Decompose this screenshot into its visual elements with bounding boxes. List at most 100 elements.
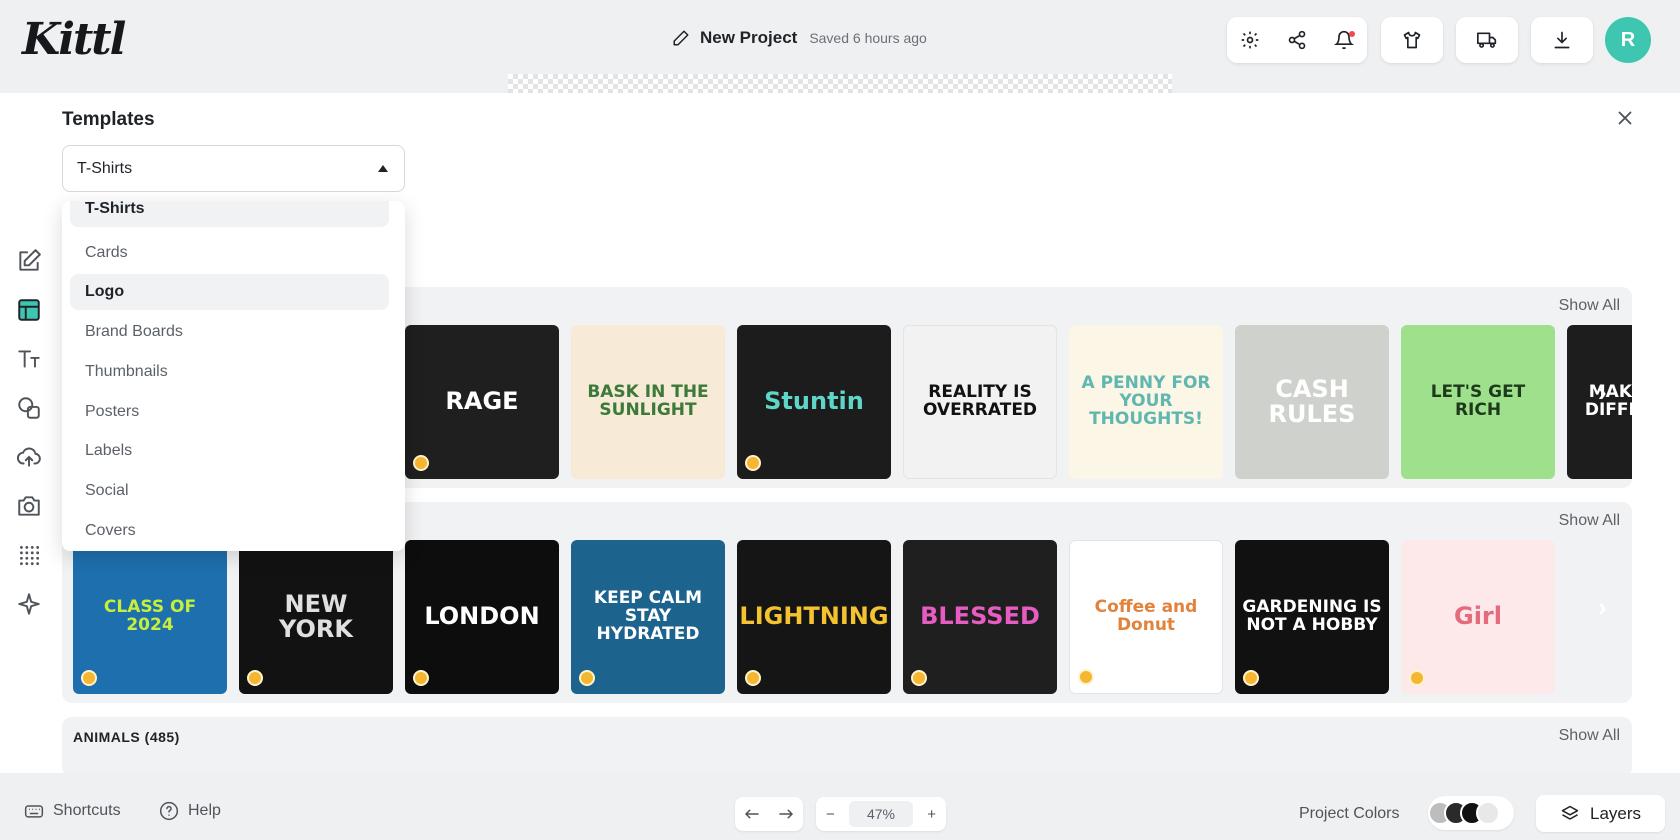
template-card-title: LIGHTNING — [739, 602, 889, 631]
template-card[interactable]: NEW YORK — [239, 540, 393, 694]
toolbar-group-print — [1456, 17, 1518, 63]
download-icon — [1554, 31, 1570, 49]
dropdown-option-logo[interactable]: Logo — [70, 274, 389, 310]
show-all-link[interactable]: Show All — [1559, 512, 1620, 530]
dropdown-option-cards[interactable]: Cards — [70, 235, 389, 271]
template-card[interactable]: LONDON — [405, 540, 559, 694]
project-name[interactable]: New Project — [700, 28, 797, 48]
template-card[interactable]: REALITY IS OVERRATED — [903, 325, 1057, 479]
template-card[interactable]: LET'S GET RICH — [1401, 325, 1555, 479]
template-card[interactable]: GARDENING IS NOT A HOBBY — [1235, 540, 1389, 694]
template-card-title: Girl — [1454, 602, 1502, 631]
template-card-title: GARDENING IS NOT A HOBBY — [1242, 597, 1382, 635]
shapes-icon — [18, 397, 40, 419]
dot-grid-icon — [20, 546, 40, 566]
layers-button[interactable]: Layers — [1536, 795, 1665, 832]
template-card-title: LET'S GET RICH — [1430, 382, 1526, 420]
settings-button[interactable] — [1228, 17, 1272, 63]
left-tool-rail — [0, 93, 60, 773]
dropdown-option-thumbnails[interactable]: Thumbnails — [70, 354, 389, 390]
dropdown-option-social[interactable]: Social — [70, 473, 389, 509]
user-avatar[interactable]: R — [1605, 17, 1651, 63]
keyboard-icon — [24, 805, 44, 818]
toolbar-group-download — [1531, 17, 1593, 63]
template-card[interactable]: BLESSED — [903, 540, 1057, 694]
undo-icon[interactable] — [743, 805, 761, 823]
template-card-title: Coffee and Donut — [1094, 597, 1198, 635]
template-card[interactable]: A PENNY FOR YOUR THOUGHTS! — [1069, 325, 1223, 479]
dropdown-option-tshirts[interactable]: T-Shirts — [70, 201, 389, 227]
template-card-title: KEEP CALM STAY HYDRATED — [593, 588, 703, 644]
upload-icon — [16, 447, 41, 467]
template-card-title: LONDON — [424, 602, 540, 631]
kittl-logo[interactable]: Kittl — [22, 14, 126, 65]
templates-icon — [18, 299, 40, 321]
template-card[interactable]: Girl — [1401, 540, 1555, 694]
template-card[interactable]: LIGHTNING — [737, 540, 891, 694]
premium-badge-icon — [247, 670, 263, 686]
dropdown-option-covers[interactable]: Covers — [70, 513, 389, 549]
elements-tool-button[interactable] — [16, 395, 42, 421]
truck-icon — [1477, 32, 1497, 48]
premium-badge-icon — [81, 670, 97, 686]
photos-tool-button[interactable] — [16, 493, 42, 519]
template-card-title: Stuntin — [764, 387, 864, 416]
template-card[interactable]: Stuntin — [737, 325, 891, 479]
upload-tool-button[interactable] — [16, 444, 42, 470]
notifications-button[interactable] — [1322, 17, 1366, 63]
text-tool-button[interactable] — [16, 346, 42, 372]
share-button[interactable] — [1275, 17, 1319, 63]
category-select[interactable]: T-Shirts — [62, 145, 405, 192]
pencil-icon[interactable] — [672, 29, 690, 47]
redo-icon[interactable] — [777, 805, 795, 823]
premium-badge-icon — [745, 455, 761, 471]
show-all-link[interactable]: Show All — [1559, 297, 1620, 315]
saved-status: Saved 6 hours ago — [809, 30, 927, 46]
print-order-button[interactable] — [1465, 17, 1509, 63]
tshirt-icon — [1403, 31, 1421, 49]
caret-up-icon — [378, 165, 388, 172]
template-card-title: CASH RULES — [1268, 374, 1356, 428]
shortcuts-button[interactable]: Shortcuts — [24, 801, 121, 821]
top-bar: Kittl New Project Saved 6 hours ago R — [0, 0, 1680, 94]
card-row-1: RAGE BASK IN THE SUNLIGHT Stuntin REALITY I… — [405, 325, 1632, 480]
grid-tool-button[interactable] — [16, 542, 42, 568]
template-card-title: A PENNY FOR YOUR THOUGHTS! — [1081, 373, 1211, 429]
premium-badge-icon — [579, 670, 595, 686]
toolbar-group-mockup — [1381, 17, 1443, 63]
close-icon[interactable] — [1614, 107, 1636, 129]
show-all-link[interactable]: Show All — [1559, 727, 1620, 745]
template-card[interactable]: RAGE — [405, 325, 559, 479]
template-card[interactable]: KEEP CALM STAY HYDRATED — [571, 540, 725, 694]
chevron-right-icon[interactable]: › — [1598, 592, 1626, 622]
template-card[interactable]: Coffee and Donut — [1069, 540, 1223, 694]
layers-label: Layers — [1589, 803, 1642, 823]
template-card-title: BASK IN THE SUNLIGHT — [587, 382, 709, 420]
project-colors-label: Project Colors — [1299, 805, 1400, 822]
templates-panel: Templates T-Shirts Show All RAGE BASK IN … — [0, 93, 1680, 773]
ai-tool-button[interactable] — [16, 591, 42, 617]
project-colors-swatches[interactable] — [1428, 796, 1514, 830]
download-button[interactable] — [1540, 17, 1584, 63]
templates-tool-button[interactable] — [16, 297, 42, 323]
template-card[interactable]: BASK IN THE SUNLIGHT — [571, 325, 725, 479]
chevron-right-icon[interactable]: › — [1598, 377, 1626, 407]
template-card[interactable]: CLASS OF 2024 — [73, 540, 227, 694]
dropdown-option-posters[interactable]: Posters — [70, 394, 389, 430]
zoom-in-button[interactable]: + — [927, 806, 936, 823]
premium-badge-icon — [1409, 670, 1425, 686]
color-swatch — [1476, 801, 1500, 825]
template-card[interactable]: CASH RULES — [1235, 325, 1389, 479]
help-button[interactable]: Help — [159, 801, 221, 821]
share-icon — [1288, 30, 1306, 50]
gear-icon — [1241, 31, 1259, 49]
layers-icon — [1561, 805, 1579, 820]
mockup-button[interactable] — [1390, 17, 1434, 63]
zoom-out-button[interactable]: − — [826, 806, 835, 823]
dropdown-option-brand-boards[interactable]: Brand Boards — [70, 314, 389, 350]
zoom-level[interactable]: 47% — [848, 801, 914, 827]
dropdown-option-labels[interactable]: Labels — [70, 433, 389, 469]
bottom-bar: Shortcuts Help − 47% + Project Colors La… — [0, 773, 1680, 840]
edit-tool-button[interactable] — [16, 248, 42, 274]
zoom-controls: − 47% + — [816, 797, 946, 831]
